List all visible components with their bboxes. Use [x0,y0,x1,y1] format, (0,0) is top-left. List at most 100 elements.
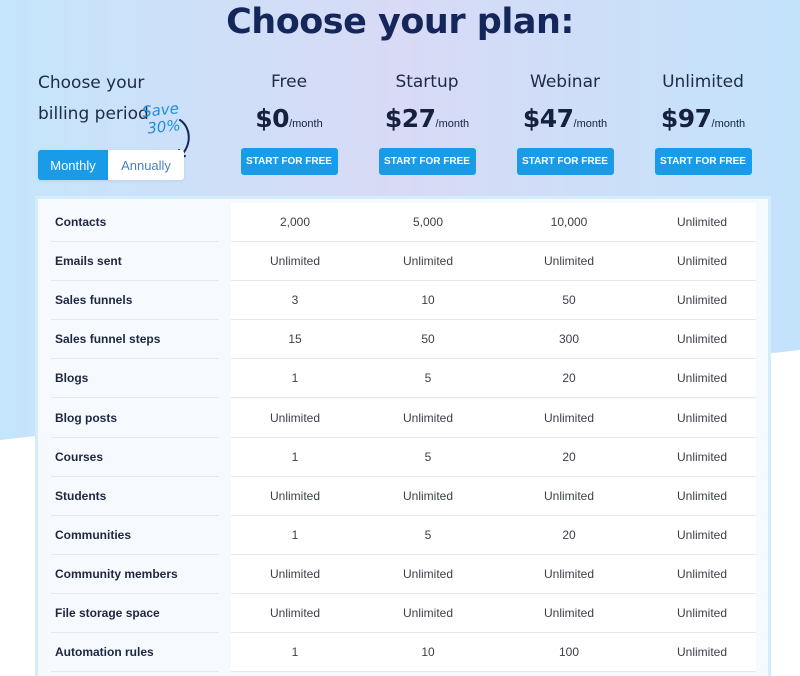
feature-value-free: 1 [291,371,299,386]
feature-values: 1 10 100 Unlimited [231,633,756,673]
feature-value-unlimited: Unlimited [676,488,727,503]
table-row: Emails sent Unlimited Unlimited Unlimited Un… [38,242,768,282]
start-for-free-button[interactable]: START FOR FREE [654,148,752,175]
feature-name: Contacts [51,203,219,242]
feature-value-webinar: 100 [558,645,580,660]
feature-value-startup: Unlimited [402,566,453,581]
feature-value-unlimited: Unlimited [676,645,727,660]
feature-value-startup: Unlimited [402,488,453,503]
start-for-free-button[interactable]: START FOR FREE [378,148,476,175]
start-for-free-button[interactable]: START FOR FREE [516,148,614,175]
feature-value-free: 15 [288,332,302,347]
feature-value-webinar: 20 [562,449,576,464]
feature-value-webinar: Unlimited [543,254,594,269]
feature-value-startup: 5 [424,449,432,464]
billing-option-annually[interactable]: Annually [108,150,184,180]
feature-value-startup: 5 [424,371,432,386]
page-title: Choose your plan: [226,2,574,42]
feature-comparison-table: Contacts 2,000 5,000 10,000 Unlimited Emails … [35,196,771,676]
price-period: /month [711,118,746,130]
feature-value-webinar: Unlimited [543,410,594,425]
feature-value-free: Unlimited [269,410,320,425]
table-row: Communities 1 5 20 Unlimited [38,515,768,555]
feature-value-startup: Unlimited [402,606,453,620]
feature-value-unlimited: Unlimited [676,527,727,542]
feature-value-unlimited: Unlimited [676,371,727,386]
price-amount: $27 [384,104,436,133]
feature-name: Community members [51,555,219,594]
price-period: /month [435,118,470,130]
feature-value-free: Unlimited [269,488,320,503]
feature-name: Sales funnels [51,281,219,321]
feature-value-startup: Unlimited [402,254,453,269]
feature-values: Unlimited Unlimited Unlimited Unlimited [231,554,756,594]
feature-values: 1 5 20 Unlimited [231,359,756,399]
feature-name: Students [51,477,219,516]
feature-value-free: 2,000 [279,215,311,229]
feature-value-webinar: 20 [562,527,576,542]
table-row: Community members Unlimited Unlimited Unlim… [38,554,768,594]
feature-values: Unlimited Unlimited Unlimited Unlimited [231,594,756,633]
table-row: Contacts 2,000 5,000 10,000 Unlimited [38,203,768,242]
feature-value-free: Unlimited [269,606,320,620]
table-row: Sales funnel steps 15 50 300 Unlimited [38,320,768,360]
feature-name: Emails sent [51,242,219,282]
feature-values: Unlimited Unlimited Unlimited Unlimited [231,242,756,282]
feature-name: Communities [51,516,219,555]
billing-period-label: Choose your billing period [38,73,149,124]
billing-toggle: Monthly Annually [38,150,184,180]
plan-name: Startup [395,72,459,92]
plan-name: Free [270,72,308,92]
feature-name: Blogs [51,359,219,399]
feature-value-free: Unlimited [269,254,320,269]
start-for-free-button[interactable]: START FOR FREE [240,148,338,175]
feature-value-startup: Unlimited [402,410,453,425]
feature-values: 2,000 5,000 10,000 Unlimited [231,203,756,242]
plan-name: Unlimited [662,72,744,92]
feature-value-startup: 10 [421,645,435,660]
feature-values: Unlimited Unlimited Unlimited Unlimited [231,398,756,438]
plan-price: $97/month [633,104,773,138]
plan-name: Webinar [530,72,600,92]
feature-value-webinar: 20 [562,371,576,386]
price-period: /month [289,118,323,130]
plan-free: Free $0/month START FOR FREE [219,70,359,175]
price-amount: $47 [522,104,574,133]
feature-value-startup: 5 [424,527,432,542]
table-row: Students Unlimited Unlimited Unlimited Unlim… [38,476,768,516]
feature-name: Blog posts [51,399,219,438]
plan-price: $27/month [357,104,497,138]
feature-value-unlimited: Unlimited [676,449,727,464]
table-row: Blog posts Unlimited Unlimited Unlimited Unl… [38,398,768,438]
plan-price: $0/month [219,104,359,138]
price-amount: $0 [255,104,290,133]
feature-value-startup: 10 [421,293,435,308]
plan-webinar: Webinar $47/month START FOR FREE [495,70,635,175]
feature-name: Sales funnel steps [51,320,219,360]
feature-values: 1 5 20 Unlimited [231,515,756,555]
feature-value-webinar: Unlimited [543,606,594,620]
table-row: Sales funnels 3 10 50 Unlimited [38,281,768,321]
price-period: /month [573,118,608,130]
feature-value-free: Unlimited [269,566,320,581]
feature-value-unlimited: Unlimited [676,332,727,347]
billing-option-monthly[interactable]: Monthly [38,150,108,180]
feature-value-free: 1 [291,645,299,660]
feature-value-unlimited: Unlimited [676,254,727,269]
feature-value-startup: 50 [421,332,435,347]
feature-value-unlimited: Unlimited [676,215,727,229]
feature-values: 15 50 300 Unlimited [231,320,756,360]
feature-value-webinar: Unlimited [543,488,594,503]
table-row: Automation rules 1 10 100 Unlimited [38,633,768,673]
feature-name: Automation rules [51,633,219,673]
feature-values: 1 5 20 Unlimited [231,437,756,477]
table-row: Courses 1 5 20 Unlimited [38,437,768,477]
feature-value-free: 3 [291,293,299,308]
feature-values: 3 10 50 Unlimited [231,281,756,321]
feature-value-webinar: Unlimited [543,566,594,581]
feature-value-webinar: 10,000 [550,215,588,229]
feature-name: Courses [51,438,219,477]
feature-value-unlimited: Unlimited [676,293,727,308]
feature-value-unlimited: Unlimited [676,410,727,425]
table-row: File storage space Unlimited Unlimited Unli… [38,594,768,633]
